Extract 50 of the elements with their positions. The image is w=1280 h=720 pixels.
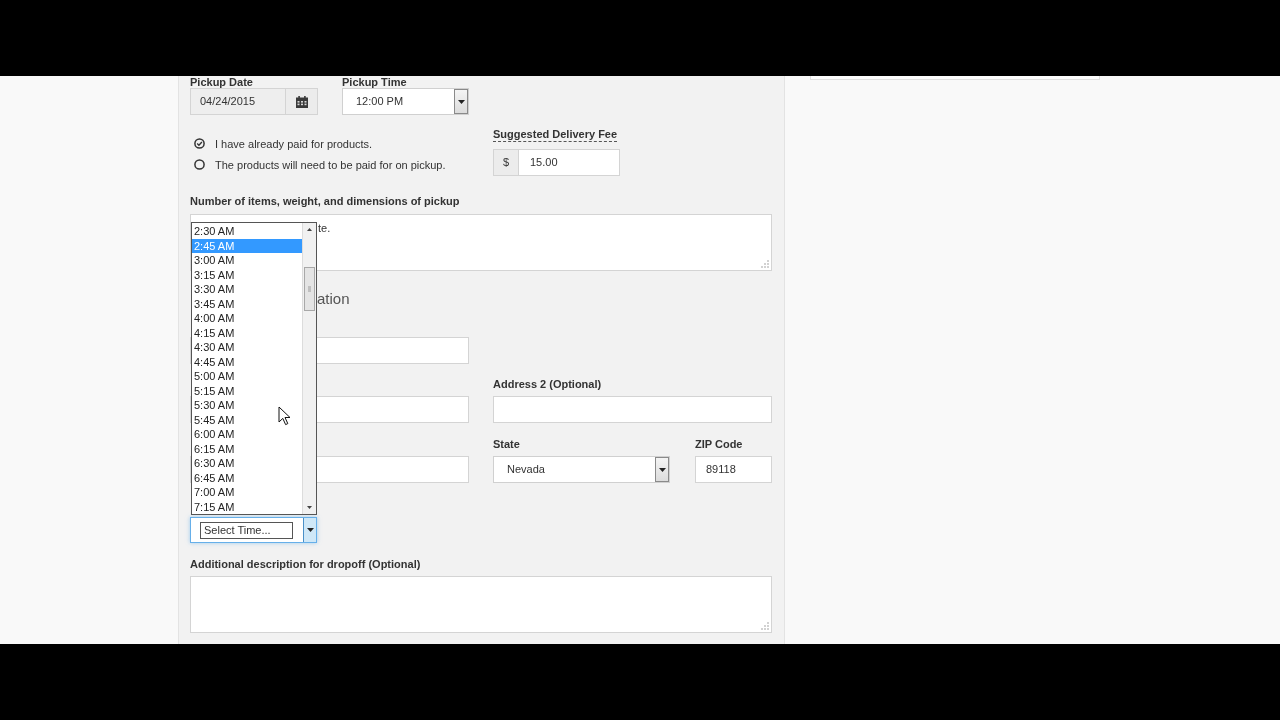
time-option[interactable]: 6:00 AM xyxy=(192,427,302,442)
cursor-icon xyxy=(278,406,291,426)
field-label: Address 2 (Optional) xyxy=(493,378,603,390)
time-option[interactable]: 4:30 AM xyxy=(192,340,302,355)
time-option[interactable]: 4:15 AM xyxy=(192,325,302,340)
time-option[interactable]: 3:00 AM xyxy=(192,253,302,268)
field-label: Number of items, weight, and dimensions of pickup xyxy=(190,195,461,207)
dropdown-button[interactable] xyxy=(303,518,316,542)
field-label: Additional description for dropoff (Optional) xyxy=(190,558,422,570)
currency-addon: $ xyxy=(493,149,518,176)
resize-grip-icon xyxy=(761,260,769,268)
state-select[interactable]: Nevada xyxy=(493,456,670,483)
time-option[interactable]: 4:45 AM xyxy=(192,354,302,369)
fee-label: Suggested Delivery Fee xyxy=(493,128,618,142)
field-label: State xyxy=(493,438,521,450)
section-heading: ation xyxy=(317,290,350,308)
dropdown-button[interactable] xyxy=(655,457,669,482)
time-option[interactable]: 4:00 AM xyxy=(192,311,302,326)
time-select[interactable]: 12:00 PM xyxy=(342,88,469,115)
caret-icon xyxy=(306,528,314,532)
fee-field[interactable]: 15.00 xyxy=(518,149,620,176)
resize-grip-icon xyxy=(761,622,769,630)
time-option[interactable]: 5:30 AM xyxy=(192,398,302,413)
time-option[interactable]: 6:45 AM xyxy=(192,470,302,485)
caret-up-icon xyxy=(307,228,312,231)
field-label: ZIP Code xyxy=(695,438,744,450)
zip-field[interactable]: 89118 xyxy=(695,456,772,483)
time-option[interactable]: 3:45 AM xyxy=(192,296,302,311)
time-option[interactable]: 6:30 AM xyxy=(192,456,302,471)
date-field[interactable]: 04/24/2015 xyxy=(190,88,285,115)
text-field[interactable] xyxy=(493,396,772,423)
calendar-button[interactable] xyxy=(285,88,318,115)
time-option[interactable]: 7:00 AM xyxy=(192,485,302,500)
caret-down-icon xyxy=(307,506,312,509)
radio-option[interactable]: The products will need to be paid for on pickup. xyxy=(190,154,446,175)
dropdown-button[interactable] xyxy=(454,89,468,114)
time-option[interactable]: 6:15 AM xyxy=(192,441,302,456)
time-option[interactable]: 7:15 AM xyxy=(192,499,302,514)
field-label: Pickup Time xyxy=(342,77,408,88)
time-option[interactable]: 5:15 AM xyxy=(192,383,302,398)
caret-icon xyxy=(457,99,465,104)
time-option[interactable]: 5:00 AM xyxy=(192,369,302,384)
time-select[interactable]: Select Time... xyxy=(190,517,317,543)
time-option[interactable]: 5:45 AM xyxy=(192,412,302,427)
field-label: Pickup Date xyxy=(190,77,254,88)
caret-icon xyxy=(658,467,666,472)
time-option[interactable]: 2:30 AM xyxy=(192,224,302,239)
radio-option[interactable]: I have already paid for products. xyxy=(190,133,373,154)
calendar-icon xyxy=(295,95,308,108)
time-option[interactable]: 3:30 AM xyxy=(192,282,302,297)
